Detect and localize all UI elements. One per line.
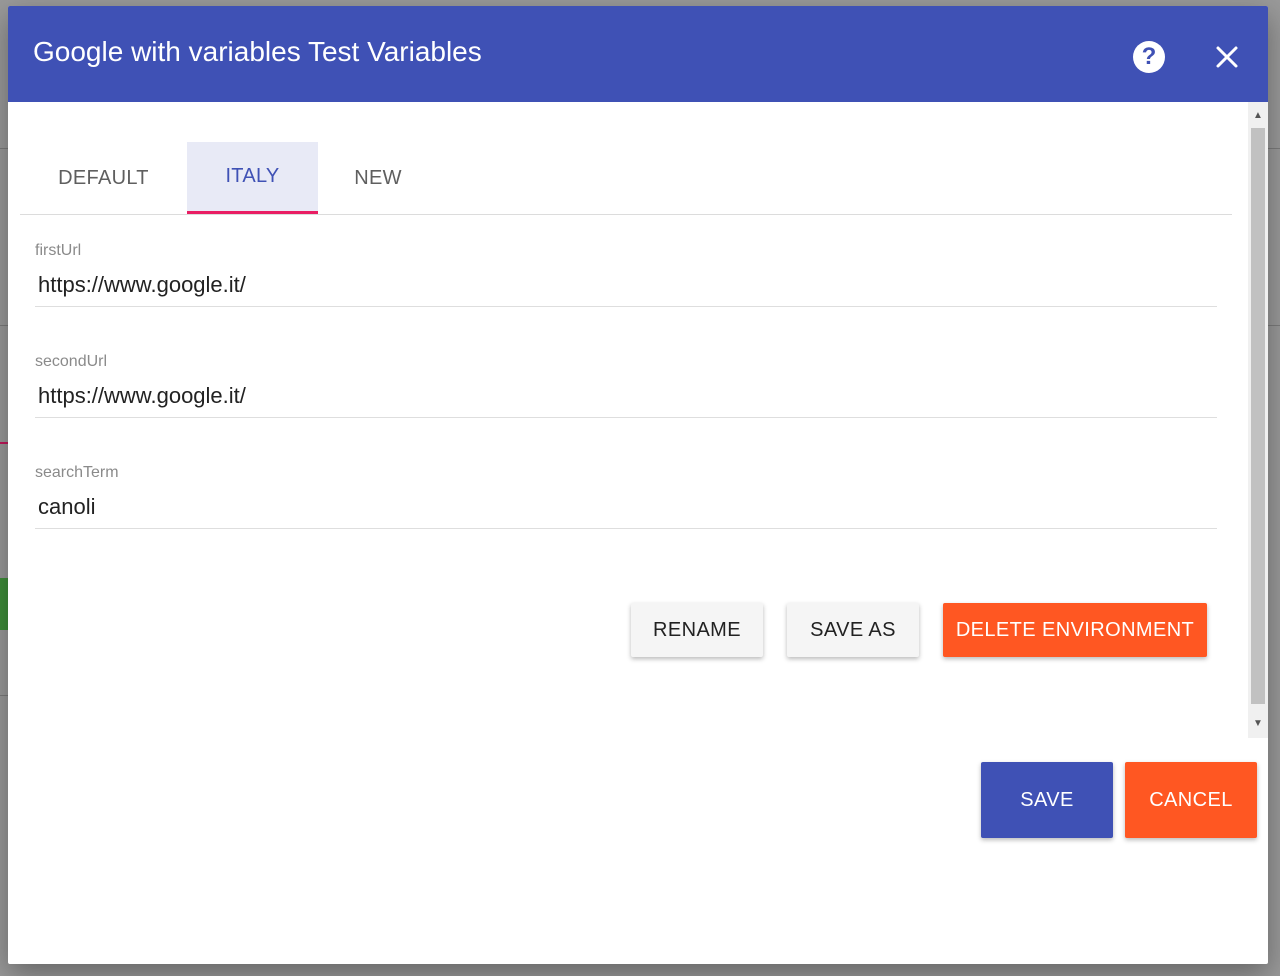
close-icon[interactable] xyxy=(1210,40,1244,74)
first-url-input[interactable] xyxy=(35,266,1217,307)
dialog-header: Google with variables Test Variables ? xyxy=(8,6,1268,102)
background-divider xyxy=(0,695,8,696)
save-as-button[interactable]: SAVE AS xyxy=(787,603,919,657)
variables-dialog: Google with variables Test Variables ? D… xyxy=(8,6,1268,964)
field-first-url: firstUrl xyxy=(35,242,1217,307)
scroll-thumb[interactable] xyxy=(1251,128,1265,704)
field-label: firstUrl xyxy=(35,242,82,259)
environment-tabs: DEFAULT ITALY NEW xyxy=(20,142,1232,215)
field-label: secondUrl xyxy=(35,353,108,370)
search-term-input[interactable] xyxy=(35,488,1217,529)
tab-italy[interactable]: ITALY xyxy=(187,142,318,214)
scroll-up-arrow-icon[interactable]: ▲ xyxy=(1248,106,1268,126)
dialog-scrollbar[interactable]: ▲ ▼ xyxy=(1248,102,1268,738)
tab-default[interactable]: DEFAULT xyxy=(20,142,187,214)
scroll-down-arrow-icon[interactable]: ▼ xyxy=(1248,714,1268,734)
background-divider xyxy=(0,325,8,326)
background-tab-indicator xyxy=(0,442,8,444)
field-label: searchTerm xyxy=(35,464,119,481)
tab-new[interactable]: NEW xyxy=(318,142,438,214)
help-icon[interactable]: ? xyxy=(1133,41,1165,73)
cancel-button[interactable]: CANCEL xyxy=(1125,762,1257,838)
save-button[interactable]: SAVE xyxy=(981,762,1113,838)
rename-button[interactable]: RENAME xyxy=(631,603,763,657)
field-second-url: secondUrl xyxy=(35,353,1217,418)
dialog-body: DEFAULT ITALY NEW firstUrl secondUrl sea… xyxy=(8,102,1248,738)
background-status-icon xyxy=(0,578,8,630)
delete-environment-button[interactable]: DELETE ENVIRONMENT xyxy=(943,603,1207,657)
dialog-title: Google with variables Test Variables xyxy=(33,36,482,67)
background-divider xyxy=(0,148,8,149)
field-search-term: searchTerm xyxy=(35,464,1217,529)
background-divider xyxy=(1268,148,1280,149)
background-divider xyxy=(1268,325,1280,326)
second-url-input[interactable] xyxy=(35,377,1217,418)
